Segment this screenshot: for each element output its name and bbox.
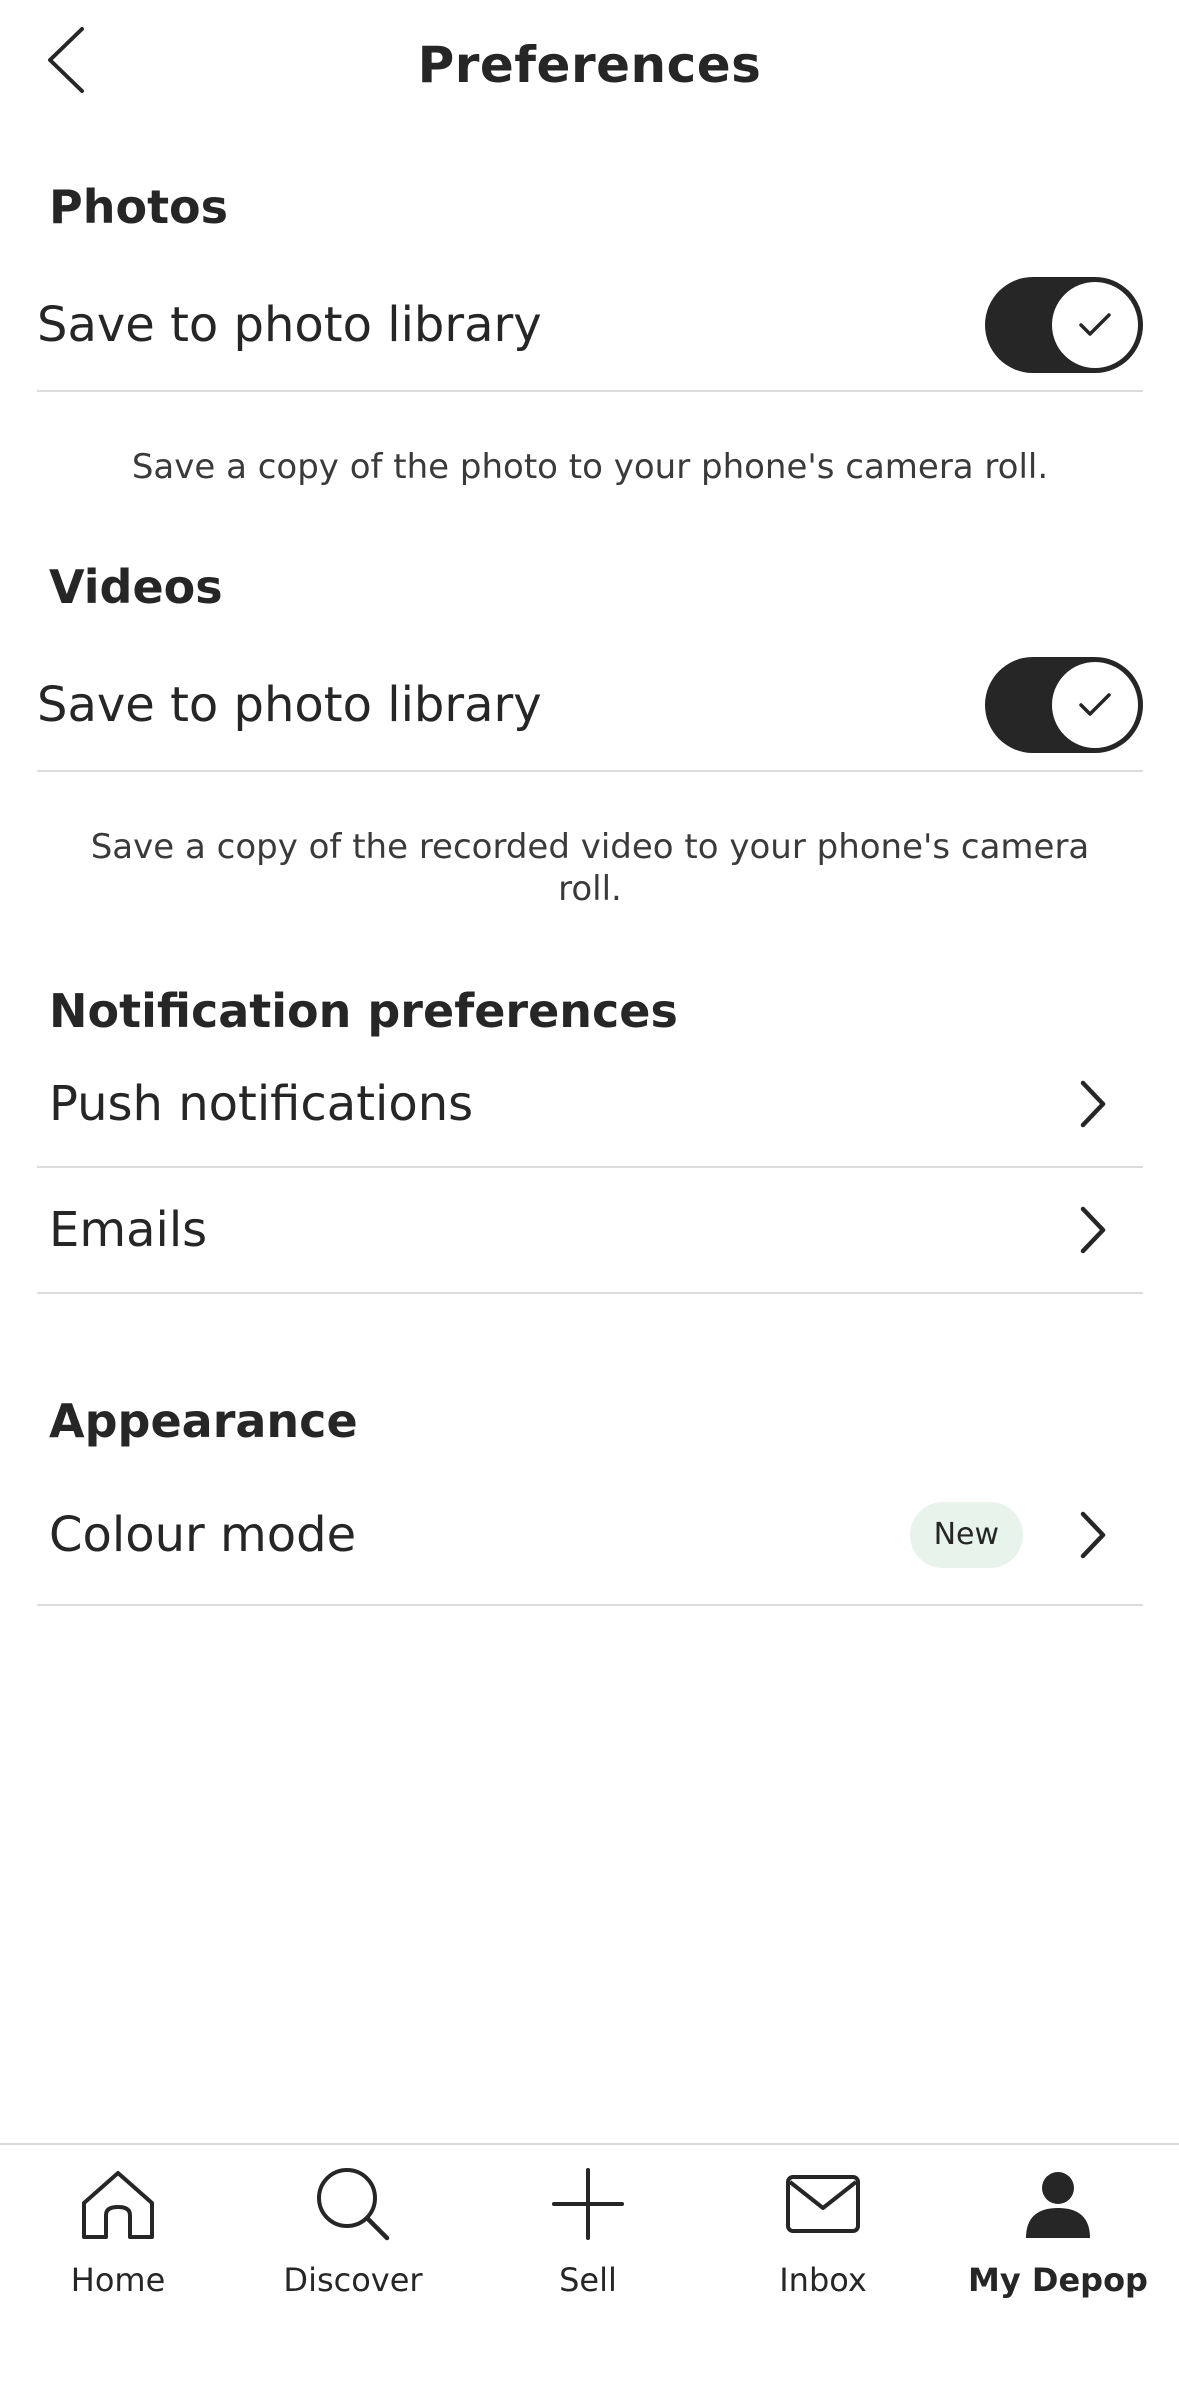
header: Preferences bbox=[0, 0, 1179, 140]
chevron-right-icon bbox=[1063, 1200, 1123, 1260]
checkmark-icon bbox=[1079, 313, 1111, 336]
notifications-section-title: Notification preferences bbox=[49, 984, 678, 1038]
videos-helper-text: Save a copy of the recorded video to you… bbox=[90, 827, 1090, 909]
videos-save-label: Save to photo library bbox=[37, 677, 542, 733]
tab-label: My Depop bbox=[968, 2261, 1148, 2299]
page-title: Preferences bbox=[417, 36, 762, 94]
home-icon bbox=[73, 2159, 163, 2249]
photos-section-title: Photos bbox=[49, 180, 229, 234]
emails-row[interactable]: Emails bbox=[37, 1168, 1143, 1294]
tab-inbox[interactable]: Inbox bbox=[723, 2159, 923, 2309]
tab-discover[interactable]: Discover bbox=[253, 2159, 453, 2309]
photos-save-label: Save to photo library bbox=[37, 297, 542, 353]
appearance-section-title: Appearance bbox=[49, 1394, 358, 1448]
search-icon bbox=[308, 2159, 398, 2249]
tab-label: Sell bbox=[559, 2261, 617, 2299]
photos-helper-text: Save a copy of the photo to your phone's… bbox=[131, 447, 1049, 487]
toggle-knob bbox=[1050, 660, 1140, 750]
push-notifications-label: Push notifications bbox=[49, 1076, 474, 1132]
new-badge: New bbox=[909, 1502, 1023, 1568]
user-icon bbox=[1013, 2159, 1103, 2249]
checkmark-icon bbox=[1079, 693, 1111, 716]
photos-save-toggle[interactable] bbox=[985, 277, 1143, 373]
tab-sell[interactable]: Sell bbox=[488, 2159, 688, 2309]
push-notifications-row[interactable]: Push notifications bbox=[37, 1042, 1143, 1168]
tab-label: Inbox bbox=[779, 2261, 867, 2299]
tab-label: Home bbox=[70, 2261, 166, 2299]
videos-save-toggle[interactable] bbox=[985, 657, 1143, 753]
chevron-right-icon bbox=[1063, 1074, 1123, 1134]
photos-save-row: Save to photo library bbox=[37, 260, 1143, 392]
tab-my-depop[interactable]: My Depop bbox=[958, 2159, 1158, 2309]
plus-icon bbox=[543, 2159, 633, 2249]
mail-icon bbox=[778, 2159, 868, 2249]
tab-home[interactable]: Home bbox=[18, 2159, 218, 2309]
emails-label: Emails bbox=[49, 1202, 208, 1258]
videos-section-title: Videos bbox=[49, 560, 223, 614]
chevron-right-icon bbox=[1063, 1505, 1123, 1565]
bottom-tab-bar: Home Discover Sell Inbox My Depop bbox=[0, 2143, 1179, 2396]
colour-mode-row[interactable]: Colour mode New bbox=[37, 1466, 1143, 1606]
toggle-knob bbox=[1050, 280, 1140, 370]
tab-label: Discover bbox=[283, 2261, 423, 2299]
videos-save-row: Save to photo library bbox=[37, 640, 1143, 772]
colour-mode-label: Colour mode bbox=[49, 1507, 357, 1563]
